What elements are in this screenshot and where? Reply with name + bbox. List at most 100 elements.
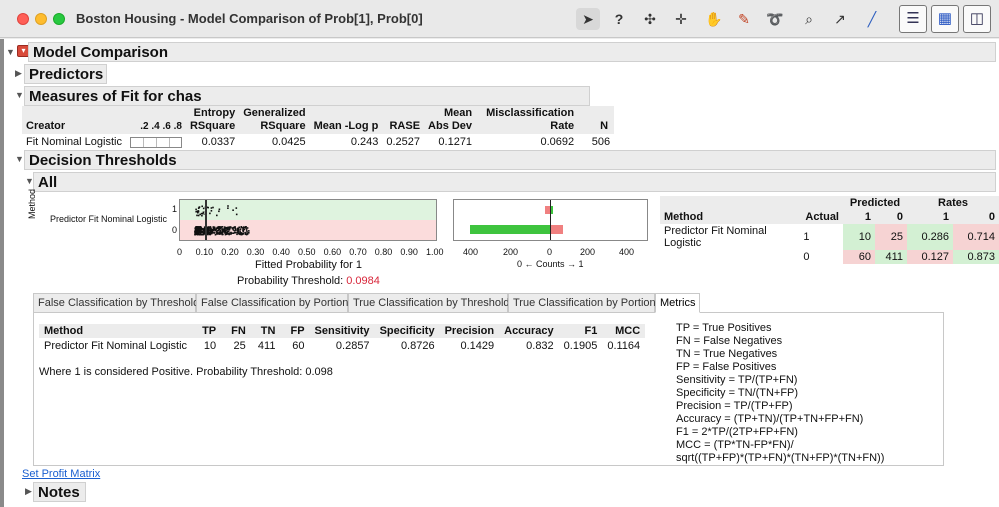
method-axis-label: Method [27, 188, 37, 219]
decision-thresholds-header[interactable]: Decision Thresholds [24, 150, 996, 170]
help-tool-icon[interactable]: ? [607, 8, 631, 30]
probability-point [202, 212, 204, 215]
crosshair-tool-icon[interactable]: ✛ [669, 8, 693, 30]
tab-true-class-portion[interactable]: True Classification by Portion [508, 293, 656, 313]
rates-col-method: Method [660, 210, 800, 224]
probability-point [195, 230, 198, 232]
probability-point [210, 210, 213, 212]
hand-tool-icon[interactable]: ✋ [702, 8, 726, 30]
annotate-tool-icon[interactable]: ╱ [860, 8, 884, 30]
probability-point [248, 230, 250, 232]
x-axis-label: Fitted Probability for 1 [255, 259, 362, 271]
threshold-value[interactable]: 0.0984 [346, 275, 380, 287]
metrics-col-fp: FP [280, 324, 310, 338]
col-mean-abs-dev: Mean Abs Dev [424, 106, 477, 134]
tab-true-class-threshold[interactable]: True Classification by Threshold [348, 293, 510, 313]
probability-point [241, 233, 243, 236]
definition-line: Specificity = TN/(TN+FP) [676, 387, 799, 399]
counts-tick-200-right: 200 [580, 247, 596, 257]
magnifier-tool-icon[interactable]: ⌕ [797, 8, 821, 30]
y-tick-0: 0 [172, 225, 178, 235]
definition-line: Sensitivity = TP/(TP+FN) [676, 374, 798, 386]
collapse-decision-thresholds-icon[interactable]: ▼ [15, 154, 24, 164]
window-title: Boston Housing - Model Comparison of Pro… [76, 11, 423, 26]
all-header[interactable]: All [33, 172, 996, 192]
metrics-col-tp: TP [192, 324, 222, 338]
minimize-window-button[interactable] [35, 13, 47, 25]
probability-point [245, 229, 248, 231]
probability-point [223, 228, 226, 230]
tab-metrics[interactable]: Metrics [655, 293, 700, 313]
grid-view-icon[interactable]: ▦ [931, 5, 959, 33]
cell-rate-tn: 0.873 [953, 250, 999, 264]
cell-fp: 60 [843, 250, 875, 264]
definition-line: FN = False Negatives [676, 335, 783, 347]
arrow-tool-icon[interactable]: ➤ [576, 8, 600, 30]
probability-point [210, 207, 213, 209]
scaler-tool-icon[interactable]: ↗ [828, 8, 852, 30]
metrics-accuracy: 0.832 [526, 340, 554, 352]
predictors-header[interactable]: Predictors [24, 64, 107, 84]
tab-false-class-portion[interactable]: False Classification by Portion [196, 293, 348, 313]
probability-point [222, 228, 224, 231]
rates-actual-1: 1 [803, 231, 810, 243]
probability-point [197, 233, 199, 235]
probability-point [227, 228, 229, 231]
selection-tool-icon[interactable]: ✣ [638, 8, 662, 30]
probability-point [197, 211, 199, 214]
probability-point [242, 229, 244, 231]
predicted-header: Predicted [843, 196, 907, 210]
table-row: Predictor Fit Nominal Logistic 10 25 411… [39, 338, 645, 354]
metrics-definitions: TP = True Positives FN = False Negatives T… [676, 322, 884, 465]
close-window-button[interactable] [17, 13, 29, 25]
brush-tool-icon[interactable]: ✎ [732, 8, 756, 30]
cell-mean-log-p: 0.243 [350, 136, 379, 148]
probability-point [226, 233, 228, 235]
data-table-icon[interactable]: ☰ [899, 5, 927, 33]
probability-point [201, 233, 204, 236]
panel-layout-icon[interactable]: ◫ [963, 5, 991, 33]
lasso-tool-icon[interactable]: ➰ [763, 8, 787, 30]
expand-notes-icon[interactable]: ▶ [25, 486, 32, 497]
cell-fn: 25 [875, 224, 907, 250]
count-bar-actual0-pred0 [469, 225, 550, 234]
threshold-line[interactable] [205, 200, 208, 240]
sparkline-bar [129, 136, 182, 148]
definition-line: FP = False Positives [676, 361, 777, 373]
metrics-col-sensitivity: Sensitivity [309, 324, 375, 338]
metrics-col-tn: TN [250, 324, 281, 338]
probability-point [202, 211, 205, 214]
probability-point [194, 232, 197, 235]
probability-point [232, 209, 234, 211]
tab-false-class-threshold[interactable]: False Classification by Threshold [33, 293, 199, 313]
metrics-note: Where 1 is considered Positive. Probabil… [39, 366, 333, 378]
probability-point [227, 226, 230, 229]
metrics-fn: 25 [233, 340, 246, 352]
probability-point [223, 226, 226, 228]
probability-point [227, 205, 229, 207]
measures-of-fit-header[interactable]: Measures of Fit for chas [24, 86, 590, 106]
probability-point [237, 230, 240, 233]
probability-point [239, 228, 242, 231]
probability-point [198, 229, 201, 231]
x-tick: 0.30 [246, 247, 265, 257]
cell-n: 506 [591, 136, 611, 148]
metrics-panel: Method TP FN TN FP Sensitivity Specifici… [33, 312, 944, 466]
col-rase: RASE [382, 106, 425, 134]
cell-tp: 10 [843, 224, 875, 250]
set-profit-matrix-link[interactable]: Set Profit Matrix [22, 468, 100, 480]
cell-misclassification-rate: 0.0692 [540, 136, 575, 148]
probability-point [242, 230, 244, 233]
fitted-probability-plot[interactable] [179, 199, 437, 241]
notes-header[interactable]: Notes [33, 482, 86, 502]
probability-point [195, 210, 197, 213]
zoom-window-button[interactable] [53, 13, 65, 25]
col-generalized-rsquare: Generalized RSquare [239, 106, 310, 134]
probability-point [230, 233, 232, 235]
expand-predictors-icon[interactable]: ▶ [15, 68, 22, 79]
metrics-col-fn: FN [221, 324, 251, 338]
probability-point [245, 226, 247, 228]
collapse-measures-icon[interactable]: ▼ [15, 90, 24, 100]
model-comparison-header[interactable]: Model Comparison [28, 42, 996, 62]
collapse-model-comparison-icon[interactable]: ▼ [6, 47, 15, 57]
